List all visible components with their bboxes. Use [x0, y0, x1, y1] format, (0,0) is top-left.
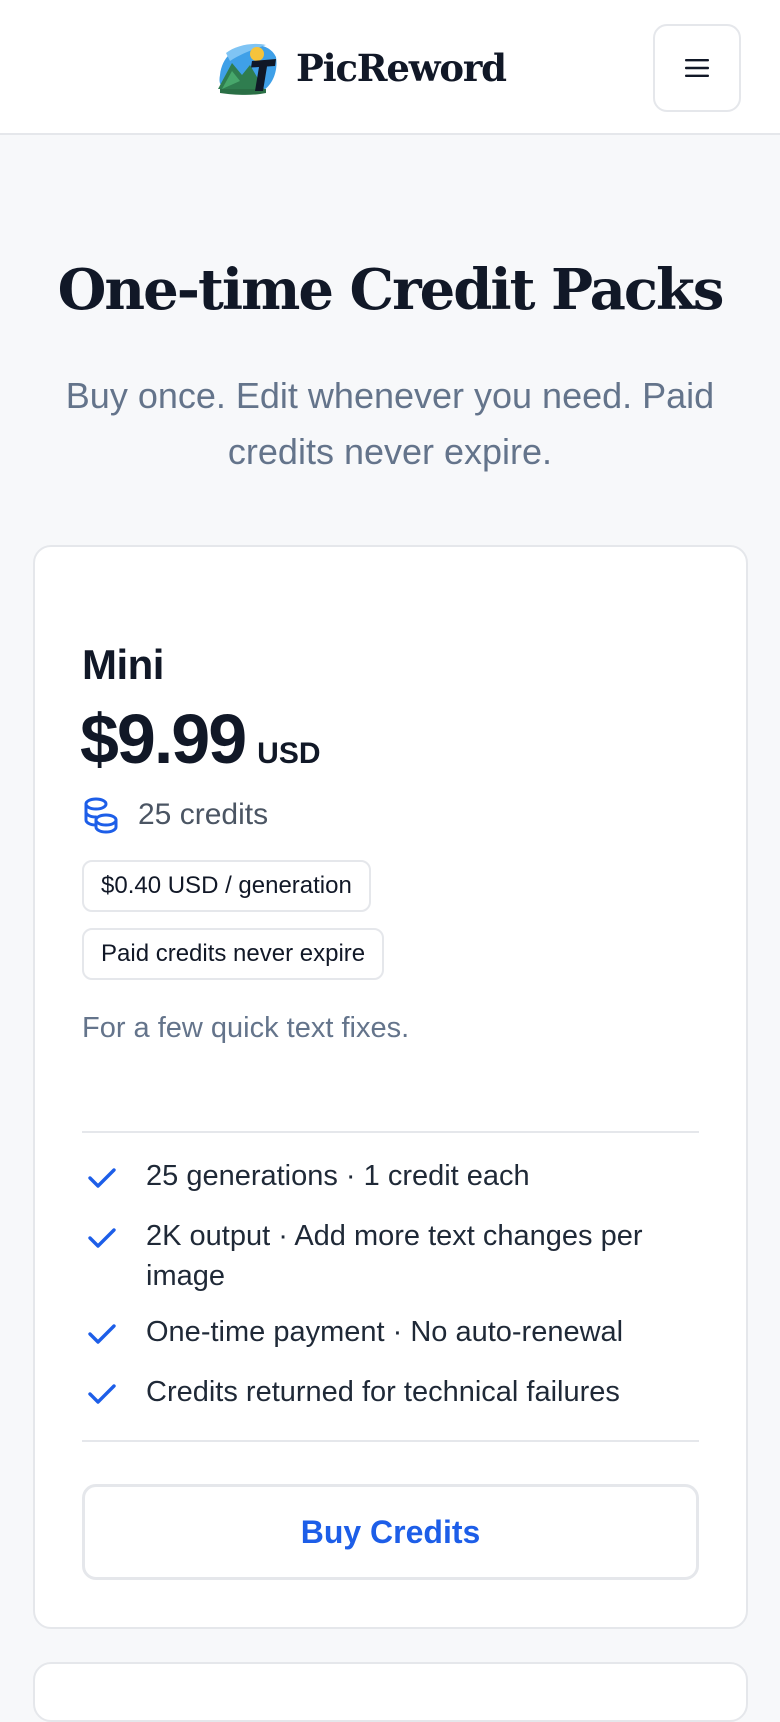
- pack-description: For a few quick text fixes.: [82, 1012, 410, 1044]
- credits-amount: 25 credits: [82, 795, 268, 835]
- check-icon: [88, 1324, 116, 1344]
- buy-credits-button[interactable]: Buy Credits: [82, 1484, 699, 1580]
- credits-text: 25 credits: [138, 798, 269, 831]
- price-currency: USD: [257, 737, 321, 770]
- brand-home-link[interactable]: PicReword: [216, 38, 507, 98]
- check-icon: [88, 1384, 116, 1404]
- top-navigation-bar: PicReword: [0, 0, 780, 135]
- feature-text: 2K output · Add more text changes per im…: [146, 1220, 643, 1292]
- credits-never-expire-tag: Paid credits never expire: [82, 928, 385, 980]
- price-per-generation-tag: $0.40 USD / generation: [82, 860, 371, 912]
- brand-name: PicReword: [296, 45, 507, 90]
- hamburger-menu-icon: [685, 59, 709, 77]
- pack-price: $9.99 USD: [80, 700, 321, 778]
- feature-text: 25 generations · 1 credit each: [146, 1160, 530, 1192]
- coins-icon: [84, 797, 118, 834]
- feature-text: One-time payment · No auto-renewal: [146, 1316, 624, 1348]
- picreword-logo-icon: [218, 43, 277, 95]
- divider: [82, 1131, 699, 1133]
- pack-name: Mini: [82, 641, 164, 688]
- page-title: One-time Credit Packs: [57, 257, 725, 323]
- page-subtitle: Buy once. Edit whenever you need. Paid c…: [65, 375, 715, 472]
- menu-button[interactable]: [653, 24, 741, 112]
- divider: [82, 1440, 699, 1442]
- price-amount: $9.99: [80, 700, 247, 778]
- feature-text: Credits returned for technical failures: [146, 1376, 620, 1408]
- check-icon: [88, 1228, 116, 1248]
- next-credit-pack-card: [33, 1662, 748, 1722]
- check-icon: [88, 1168, 116, 1188]
